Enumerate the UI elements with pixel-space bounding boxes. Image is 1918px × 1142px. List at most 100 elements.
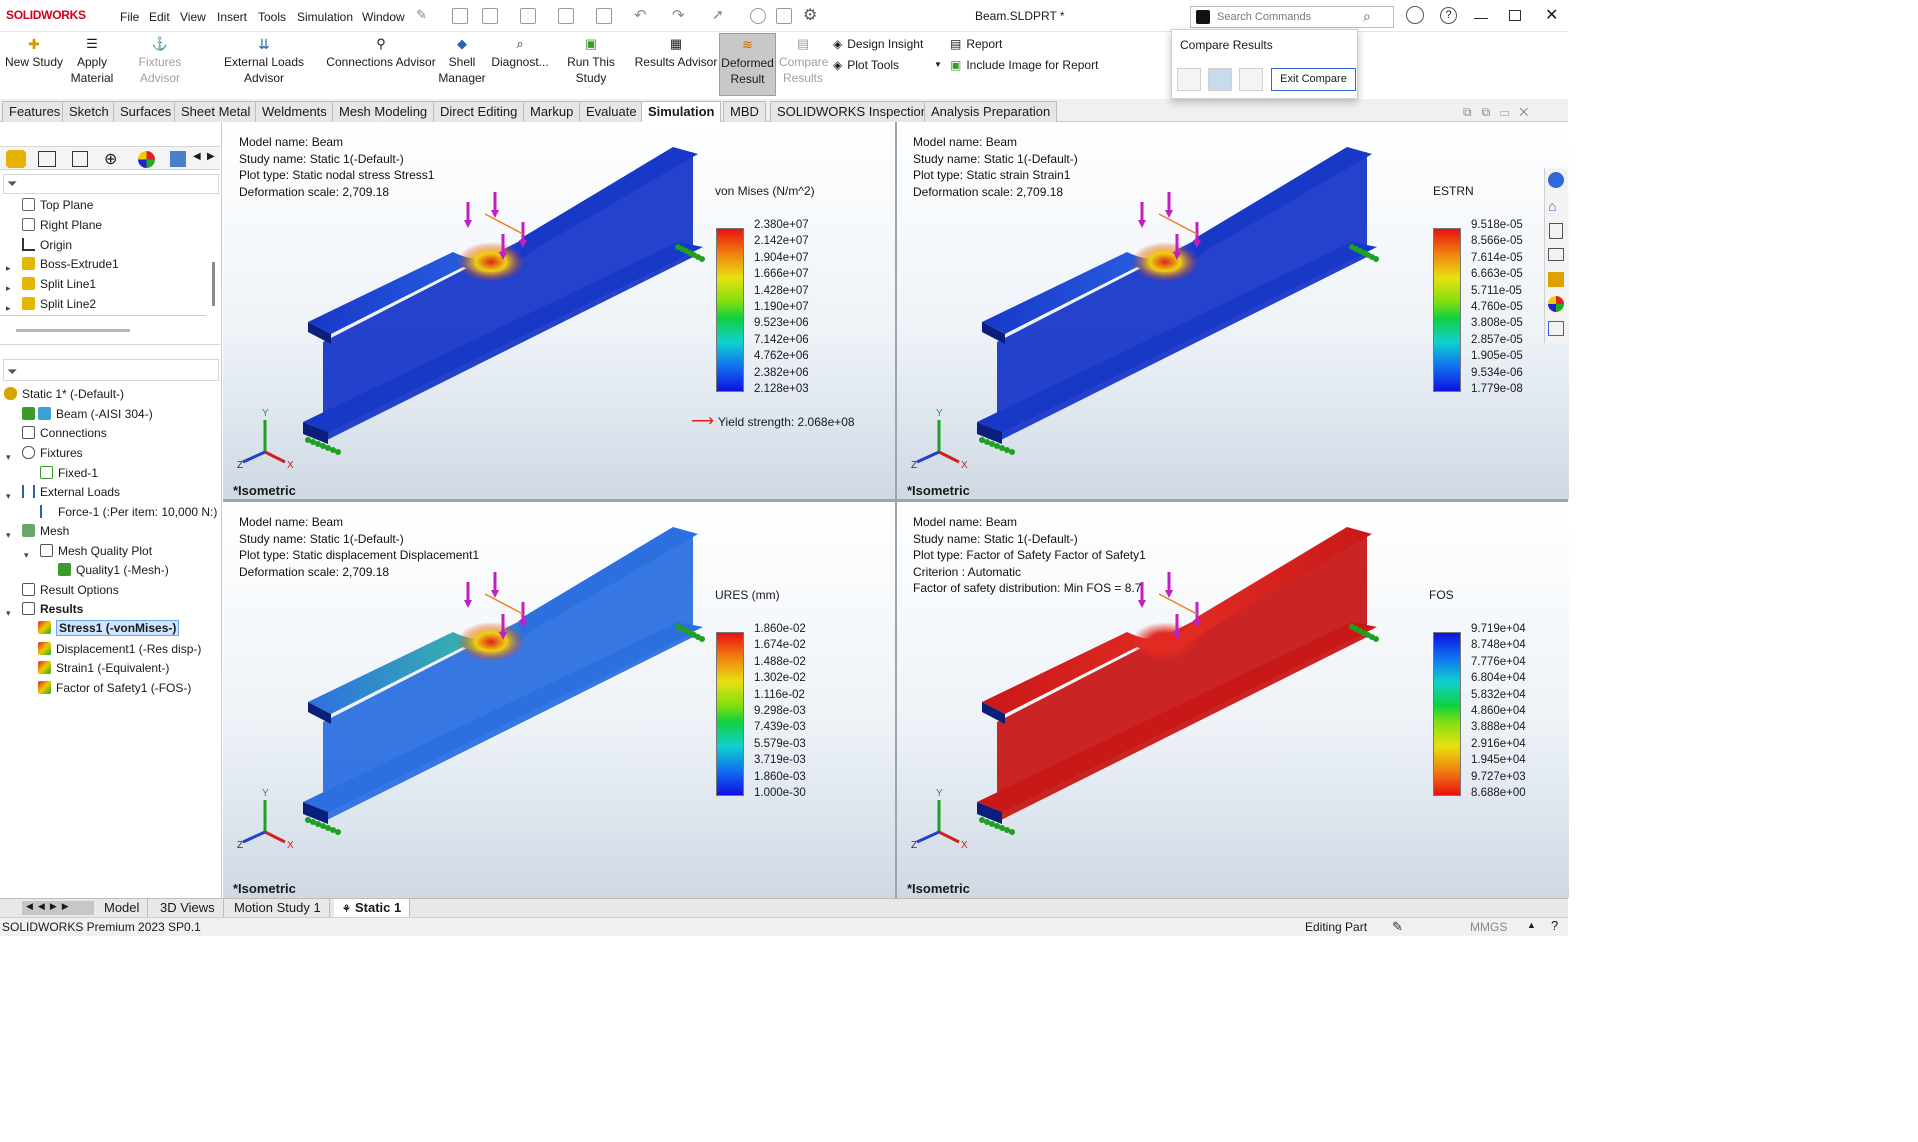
shell-manager-button[interactable]: ◆ Shell Manager [438, 36, 486, 86]
tree-item-results[interactable]: Results [22, 600, 83, 619]
viewport-copy-icon[interactable]: ⧉ [1482, 105, 1501, 119]
tree-item-external-loads[interactable]: External Loads [22, 483, 120, 502]
tab-motion-study[interactable]: Motion Study 1 [226, 899, 330, 917]
tree-item-force-1[interactable]: Force-1 (:Per item: 10,000 N:) [40, 503, 217, 522]
vertical-split-divider[interactable] [895, 122, 897, 898]
menu-window[interactable]: Window [362, 10, 405, 24]
design-insight-button[interactable]: ◈ Design Insight [833, 37, 923, 51]
tree-item-connections[interactable]: Connections [22, 424, 107, 443]
filter-box[interactable]: ⏷ [3, 174, 219, 194]
connections-advisor-button[interactable]: ⚲ Connections Advisor [326, 36, 436, 70]
status-help-icon[interactable]: ? [1551, 918, 1558, 933]
print-icon[interactable] [596, 8, 612, 24]
redo-icon[interactable]: ↷ [672, 6, 685, 24]
tree-item-quality1[interactable]: Quality1 (-Mesh-) [58, 561, 169, 580]
tab-markup[interactable]: Markup [523, 101, 581, 122]
tree-item-fixed-1[interactable]: Fixed-1 [40, 464, 98, 483]
deformed-result-button[interactable]: ≋ Deformed Result [719, 33, 776, 96]
select-icon[interactable]: ➚ [712, 6, 724, 23]
include-image-button[interactable]: ▣ Include Image for Report [950, 58, 1098, 72]
file-explorer-icon[interactable] [1549, 223, 1563, 239]
minimize-icon[interactable]: — [1474, 9, 1488, 25]
collapse-icon[interactable]: ▾ [6, 526, 11, 546]
viewport-minimize-icon[interactable]: ▭ [1500, 105, 1519, 119]
collapse-icon[interactable]: ▾ [6, 487, 11, 507]
panel-splitter[interactable] [0, 344, 220, 345]
tree-item-strain1[interactable]: Strain1 (-Equivalent-) [38, 659, 169, 678]
simulation-tab-icon[interactable] [170, 151, 186, 167]
appearances-icon[interactable] [1548, 272, 1564, 287]
menu-tools[interactable]: Tools [258, 10, 286, 24]
compare-single-view-icon[interactable] [1177, 68, 1201, 91]
tree-item-result-options[interactable]: Result Options [22, 581, 119, 600]
solidworks-resources-icon[interactable] [1548, 172, 1564, 188]
tab-weldments[interactable]: Weldments [255, 101, 334, 122]
tab-surfaces[interactable]: Surfaces [113, 101, 179, 122]
viewport-displacement[interactable]: Z X Y Model name: Beam Study name: Static 1(… [223, 502, 895, 898]
home-icon[interactable] [452, 8, 468, 24]
study-filter-box[interactable]: ⏷ [3, 359, 219, 381]
menu-edit[interactable]: Edit [149, 10, 170, 24]
new-document-icon[interactable] [482, 8, 498, 24]
tab-evaluate[interactable]: Evaluate [579, 101, 644, 122]
menu-file[interactable]: File [120, 10, 139, 24]
viewport-strain[interactable]: Z X Y Model name: Beam Study name: Static 1(… [897, 122, 1569, 500]
design-library-icon[interactable]: ⌂ [1548, 198, 1556, 214]
tab-model[interactable]: Model [96, 899, 149, 917]
display-manager-tab-icon[interactable] [138, 151, 155, 168]
rebuild-icon[interactable] [750, 8, 766, 24]
tree-item-fixtures[interactable]: Fixtures [22, 444, 83, 463]
tab-scroll-arrows[interactable]: ◀◀▶▶ [22, 901, 94, 915]
open-icon[interactable] [520, 8, 536, 24]
viewport-factor-of-safety[interactable]: Z X Y Model name: Beam Study name: Static 1(… [897, 502, 1569, 898]
plot-tools-dropdown-icon[interactable]: ▼ [934, 60, 942, 69]
new-study-button[interactable]: ✚ New Study [4, 36, 64, 70]
report-button[interactable]: ▤ Report [950, 37, 1002, 51]
tab-analysis-preparation[interactable]: Analysis Preparation [924, 101, 1058, 122]
tree-item-top-plane[interactable]: Top Plane [22, 196, 93, 215]
expand-icon[interactable]: ▸ [6, 279, 11, 299]
tree-item-split-line1[interactable]: Split Line1 [22, 275, 96, 294]
tree-item-displacement1[interactable]: Displacement1 (-Res disp-) [38, 640, 201, 659]
save-icon[interactable] [558, 8, 574, 24]
expand-icon[interactable]: ▸ [6, 259, 11, 279]
configuration-manager-tab-icon[interactable] [72, 151, 88, 167]
simulation-pane-icon[interactable] [1548, 321, 1564, 336]
exit-compare-button[interactable]: Exit Compare [1271, 68, 1356, 91]
property-manager-tab-icon[interactable] [38, 151, 56, 167]
options-gear-icon[interactable]: ⚙ [803, 5, 817, 25]
graphics-area[interactable]: ⌕⌕✎◩◧▣◉●◌▭ ⧉⧉▭✕ ZXYModel name: BeamStudy… [223, 105, 1569, 898]
menu-insert[interactable]: Insert [217, 10, 247, 24]
solidworks-logo[interactable]: SOLIDWORKS [6, 8, 86, 22]
external-loads-advisor-button[interactable]: ⇊ External Loads Advisor [205, 36, 323, 86]
compare-image-icon[interactable] [1239, 68, 1263, 91]
horizontal-split-divider[interactable] [223, 499, 1568, 502]
plot-tools-button[interactable]: ◈ Plot Tools [833, 58, 899, 72]
tree-item-static-study[interactable]: Static 1* (-Default-) [4, 385, 124, 404]
tab-sketch[interactable]: Sketch [62, 101, 116, 122]
apply-material-button[interactable]: ☰ Apply Material [66, 36, 118, 86]
tab-mbd[interactable]: MBD [723, 101, 766, 122]
undo-icon[interactable]: ↶ [634, 6, 647, 24]
account-icon[interactable] [1406, 6, 1424, 24]
search-icon[interactable]: ⌕ [1363, 8, 1371, 25]
tree-item-stress1[interactable]: Stress1 (-vonMises-) [38, 619, 180, 638]
tree-item-right-plane[interactable]: Right Plane [22, 216, 102, 235]
results-advisor-button[interactable]: ▦ Results Advisor [634, 36, 718, 70]
menu-simulation[interactable]: Simulation [297, 10, 353, 24]
rollback-bar[interactable] [0, 315, 206, 316]
compare-results-button[interactable]: ▤ Compare Results [779, 36, 828, 86]
viewport-restore-icon[interactable]: ⧉ [1463, 105, 1482, 119]
tree-item-mesh-quality-plot[interactable]: Mesh Quality Plot [40, 542, 152, 561]
tree-item-factor-of-safety1[interactable]: Factor of Safety1 (-FOS-) [38, 679, 191, 698]
search-input[interactable]: Search Commands ⌕ [1190, 6, 1394, 28]
feature-manager-tab-icon[interactable] [6, 150, 26, 168]
tree-item-beam[interactable]: Beam (-AISI 304-) [22, 405, 153, 424]
collapse-icon[interactable]: ▾ [24, 546, 29, 566]
units-dropdown-icon[interactable]: ▲ [1527, 920, 1536, 930]
tab-solidworks-inspection[interactable]: SOLIDWORKS Inspection [770, 101, 935, 122]
tab-mesh-modeling[interactable]: Mesh Modeling [332, 101, 435, 122]
run-study-button[interactable]: ▣ Run This Study [551, 36, 631, 86]
collapse-icon[interactable]: ▾ [6, 604, 11, 624]
tree-item-split-line2[interactable]: Split Line2 [22, 295, 96, 314]
